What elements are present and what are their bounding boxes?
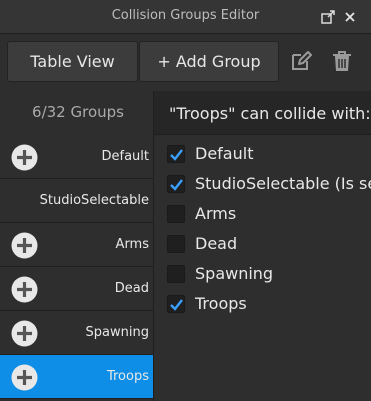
plus-circle-icon[interactable] [11, 320, 38, 347]
trash-icon[interactable] [331, 50, 353, 72]
checkbox-label: Default [195, 144, 254, 163]
group-name: StudioSelectable [39, 193, 149, 208]
checkbox-label: Dead [195, 234, 238, 253]
checkbox[interactable] [167, 265, 185, 283]
plus-circle-icon[interactable] [11, 232, 38, 259]
add-group-button[interactable]: + Add Group [139, 41, 279, 82]
group-row[interactable]: Troops [0, 355, 153, 399]
checkbox[interactable] [167, 145, 185, 163]
checkmark-icon [170, 179, 183, 191]
checkmark-icon [170, 299, 183, 311]
group-row[interactable]: StudioSelectable [0, 179, 153, 223]
group-name: Spawning [85, 325, 149, 340]
checkbox[interactable] [167, 295, 185, 313]
title-bar: Collision Groups Editor [0, 0, 371, 34]
group-row[interactable]: Dead [0, 267, 153, 311]
undock-icon[interactable] [320, 9, 336, 25]
group-row[interactable]: Default [0, 135, 153, 179]
close-icon[interactable] [342, 9, 358, 25]
plus-circle-icon[interactable] [11, 144, 38, 171]
group-list: Default StudioSelectable Arms Dead Spawning T… [0, 135, 153, 399]
panel-header-text: "Troops" can collide with: [169, 104, 371, 123]
checkbox-label: StudioSelectable (Is se [195, 174, 371, 193]
checkbox[interactable] [167, 175, 185, 193]
checkbox-label: Spawning [195, 264, 274, 283]
group-name: Dead [114, 281, 149, 296]
plus-circle-icon[interactable] [11, 276, 38, 303]
checkbox[interactable] [167, 235, 185, 253]
group-name: Default [101, 149, 150, 164]
group-row[interactable]: Spawning [0, 311, 153, 355]
group-row[interactable]: Arms [0, 223, 153, 267]
groups-count: 6/32 Groups [32, 103, 124, 121]
checkbox-label: Arms [195, 204, 237, 223]
table-view-button[interactable]: Table View [7, 41, 138, 82]
plus-circle-icon[interactable] [11, 364, 38, 391]
edit-icon[interactable] [290, 50, 312, 72]
panel-header: "Troops" can collide with: [154, 91, 371, 135]
group-name: Arms [115, 237, 149, 252]
window-title: Collision Groups Editor [111, 8, 260, 23]
collision-panel: "Troops" can collide with: Default Studio… [153, 91, 371, 401]
group-name: Troops [106, 369, 149, 384]
checkbox-label: Troops [195, 294, 247, 313]
checkmark-icon [170, 149, 183, 161]
checkbox[interactable] [167, 205, 185, 223]
